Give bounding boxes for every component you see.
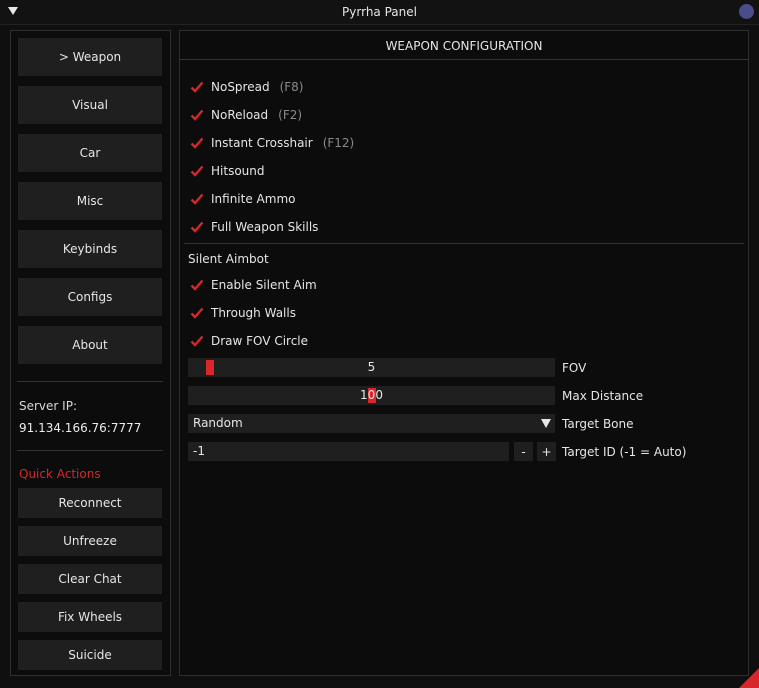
draw-fov-circle-checkbox[interactable]: Draw FOV Circle bbox=[190, 332, 308, 350]
instant-crosshair-checkbox[interactable]: Instant Crosshair (F12) bbox=[190, 134, 354, 152]
target-bone-select[interactable]: Random bbox=[188, 414, 555, 433]
checkmark-icon[interactable] bbox=[190, 192, 204, 206]
silent-aimbot-title: Silent Aimbot bbox=[188, 252, 269, 266]
checkmark-icon[interactable] bbox=[190, 136, 204, 150]
hotkey-hint: (F8) bbox=[279, 80, 304, 94]
slider-value: 100 bbox=[360, 388, 383, 402]
nav-visual-button[interactable]: Visual bbox=[18, 86, 162, 124]
nospread-checkbox[interactable]: NoSpread (F8) bbox=[190, 78, 303, 96]
server-ip-label: Server IP: bbox=[19, 399, 77, 413]
option-label: Draw FOV Circle bbox=[211, 334, 309, 348]
hotkey-hint: (F12) bbox=[322, 136, 355, 150]
clear-chat-button[interactable]: Clear Chat bbox=[18, 564, 162, 594]
noreload-checkbox[interactable]: NoReload (F2) bbox=[190, 106, 302, 124]
server-ip-value: 91.134.166.76:7777 bbox=[19, 421, 142, 435]
decrement-button[interactable]: - bbox=[514, 442, 533, 461]
header-divider bbox=[180, 59, 748, 60]
nav-misc-button[interactable]: Misc bbox=[18, 182, 162, 220]
checkmark-icon[interactable] bbox=[190, 220, 204, 234]
sidebar-divider bbox=[17, 450, 163, 451]
nav-keybinds-button[interactable]: Keybinds bbox=[18, 230, 162, 268]
suicide-button[interactable]: Suicide bbox=[18, 640, 162, 670]
option-label: Infinite Ammo bbox=[211, 192, 296, 206]
checkmark-icon[interactable] bbox=[190, 108, 204, 122]
target-bone-label: Target Bone bbox=[562, 417, 634, 431]
nav-car-button[interactable]: Car bbox=[18, 134, 162, 172]
sidebar: > Weapon Visual Car Misc Keybinds Config… bbox=[10, 30, 171, 676]
option-label: Instant Crosshair bbox=[211, 136, 313, 150]
enable-silent-aim-checkbox[interactable]: Enable Silent Aim bbox=[190, 276, 317, 294]
unfreeze-button[interactable]: Unfreeze bbox=[18, 526, 162, 556]
max-distance-slider[interactable]: 100 bbox=[188, 386, 555, 405]
reconnect-button[interactable]: Reconnect bbox=[18, 488, 162, 518]
panel-window: Pyrrha Panel > Weapon Visual Car Misc Ke… bbox=[0, 0, 759, 688]
checkmark-icon[interactable] bbox=[190, 80, 204, 94]
fov-slider[interactable]: 5 bbox=[188, 358, 555, 377]
nav-weapon-button[interactable]: > Weapon bbox=[18, 38, 162, 76]
window-title: Pyrrha Panel bbox=[342, 5, 417, 19]
checkmark-icon[interactable] bbox=[190, 306, 204, 320]
through-walls-checkbox[interactable]: Through Walls bbox=[190, 304, 296, 322]
fov-label: FOV bbox=[562, 361, 587, 375]
panel-header: WEAPON CONFIGURATION bbox=[385, 39, 543, 53]
option-label: Hitsound bbox=[211, 164, 265, 178]
max-distance-label: Max Distance bbox=[562, 389, 644, 403]
fix-wheels-button[interactable]: Fix Wheels bbox=[18, 602, 162, 632]
checkmark-icon[interactable] bbox=[190, 164, 204, 178]
dropdown-arrow-icon[interactable] bbox=[541, 419, 551, 428]
input-value: -1 bbox=[193, 444, 205, 458]
option-label: Through Walls bbox=[211, 306, 296, 320]
sidebar-divider bbox=[17, 381, 163, 382]
nav-about-button[interactable]: About bbox=[18, 326, 162, 364]
option-label: NoReload bbox=[211, 108, 269, 122]
full-weapon-skills-checkbox[interactable]: Full Weapon Skills bbox=[190, 218, 318, 236]
option-label: Full Weapon Skills bbox=[211, 220, 319, 234]
target-id-label: Target ID (-1 = Auto) bbox=[562, 445, 687, 459]
increment-button[interactable]: + bbox=[537, 442, 556, 461]
select-value: Random bbox=[193, 416, 243, 430]
target-id-input[interactable]: -1 bbox=[188, 442, 509, 461]
close-icon[interactable] bbox=[739, 4, 754, 19]
hotkey-hint: (F2) bbox=[278, 108, 303, 122]
option-label: NoSpread bbox=[211, 80, 270, 94]
option-label: Enable Silent Aim bbox=[211, 278, 317, 292]
slider-value: 5 bbox=[367, 360, 376, 374]
checkmark-icon[interactable] bbox=[190, 334, 204, 348]
weapon-config-panel: WEAPON CONFIGURATION NoSpread (F8) NoRel… bbox=[179, 30, 749, 676]
nav-configs-button[interactable]: Configs bbox=[18, 278, 162, 316]
title-bar[interactable]: Pyrrha Panel bbox=[0, 0, 759, 25]
quick-actions-title: Quick Actions bbox=[19, 467, 101, 481]
checkmark-icon[interactable] bbox=[190, 278, 204, 292]
infinite-ammo-checkbox[interactable]: Infinite Ammo bbox=[190, 190, 295, 208]
section-divider bbox=[184, 243, 744, 244]
resize-grip[interactable] bbox=[739, 668, 759, 688]
hitsound-checkbox[interactable]: Hitsound bbox=[190, 162, 264, 180]
